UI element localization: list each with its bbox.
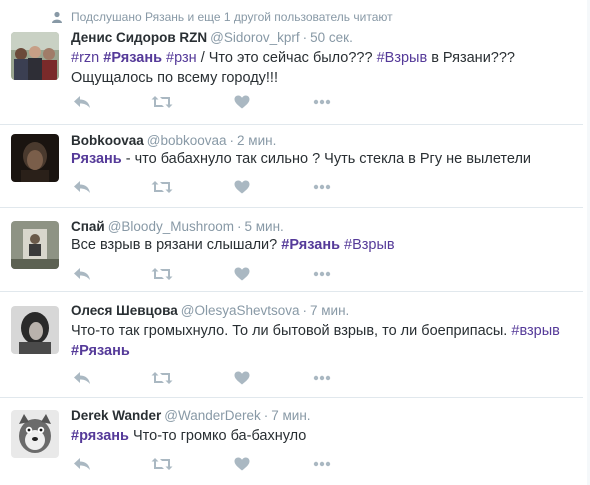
retweet-icon[interactable] (151, 177, 173, 197)
tweet-text: #rzn #Рязань #рзн / Что это сейчас было?… (71, 48, 571, 88)
retweet-icon[interactable] (151, 454, 173, 474)
tweet-header: Олеся Шевцова @OlesyaShevtsova · 7 мин. (71, 303, 350, 318)
tweet[interactable]: Денис Сидоров RZN @Sidorov_kprf · 50 сек. #… (0, 0, 585, 124)
hashtag-link[interactable]: #взрыв (511, 323, 559, 339)
avatar[interactable] (11, 306, 59, 354)
tweet[interactable]: Олеся Шевцова @OlesyaShevtsova · 7 мин. Что… (0, 292, 585, 396)
heart-icon[interactable] (231, 177, 253, 197)
heart-icon[interactable] (231, 264, 253, 284)
tweet[interactable]: Спай @Bloody_Mushroom · 5 мин. Все взрыв в … (0, 208, 585, 291)
fullname[interactable]: Олеся Шевцова (71, 303, 178, 318)
timestamp[interactable]: 7 мин. (271, 408, 310, 423)
more-icon[interactable] (311, 264, 333, 284)
username[interactable]: @Sidorov_kprf (210, 30, 300, 45)
tweet-header: Bobkoovaa @bobkoovaa · 2 мин. (71, 133, 277, 148)
tweet-text-segment: / Что это сейчас было??? (196, 50, 377, 66)
timestamp[interactable]: 7 мин. (310, 303, 349, 318)
reply-icon[interactable] (71, 368, 93, 388)
more-icon[interactable] (311, 92, 333, 112)
heart-icon[interactable] (231, 454, 253, 474)
retweet-icon[interactable] (151, 264, 173, 284)
fullname[interactable]: Денис Сидоров RZN (71, 30, 207, 45)
hashtag-link[interactable]: #Взрыв (344, 237, 395, 253)
tweet-text: Все взрыв в рязани слышали? #Рязань #Взр… (71, 235, 571, 255)
more-icon[interactable] (311, 177, 333, 197)
tweet-header: Денис Сидоров RZN @Sidorov_kprf · 50 сек. (71, 30, 353, 45)
reply-icon[interactable] (71, 264, 93, 284)
username[interactable]: @WanderDerek (164, 408, 260, 423)
timestamp[interactable]: 50 сек. (310, 30, 353, 45)
hashtag-link[interactable]: Рязань (71, 151, 122, 167)
avatar[interactable] (11, 32, 59, 80)
retweet-icon[interactable] (151, 92, 173, 112)
username[interactable]: @Bloody_Mushroom (108, 219, 234, 234)
retweet-icon[interactable] (151, 368, 173, 388)
avatar[interactable] (11, 410, 59, 458)
reply-icon[interactable] (71, 92, 93, 112)
reply-icon[interactable] (71, 454, 93, 474)
heart-icon[interactable] (231, 368, 253, 388)
tweet-text: Что-то так громыхнуло. То ли бытовой взр… (71, 321, 571, 361)
heart-icon[interactable] (231, 92, 253, 112)
avatar[interactable] (11, 134, 59, 182)
timestamp[interactable]: 2 мин. (237, 133, 276, 148)
tweet-text-segment: - что бабахнуло так сильно ? Чуть стекла… (121, 151, 532, 167)
more-icon[interactable] (311, 454, 333, 474)
hashtag-link[interactable]: #Рязань (71, 343, 130, 359)
timestamp[interactable]: 5 мин. (244, 219, 283, 234)
username[interactable]: @bobkoovaa (147, 133, 227, 148)
tweet-text-segment: Что-то громко ба-бахнуло (128, 428, 307, 444)
tweet-header: Derek Wander @WanderDerek · 7 мин. (71, 408, 311, 423)
hashtag-link[interactable]: #рязань (71, 428, 129, 444)
hashtag-link[interactable]: #рзн (166, 50, 197, 66)
tweet-text-segment: Все взрыв в рязани слышали? (71, 237, 282, 253)
more-icon[interactable] (311, 368, 333, 388)
hashtag-link[interactable]: #Рязань (281, 237, 340, 253)
avatar[interactable] (11, 221, 59, 269)
tweet[interactable]: Bobkoovaa @bobkoovaa · 2 мин. Рязань - что … (0, 125, 585, 207)
tweet[interactable]: Derek Wander @WanderDerek · 7 мин. #рязань … (0, 398, 585, 485)
tweet-text: Рязань - что бабахнуло так сильно ? Чуть… (71, 149, 571, 169)
hashtag-link[interactable]: #Рязань (103, 50, 162, 66)
hashtag-link[interactable]: #Взрыв (377, 50, 428, 66)
tweet-text-segment: Что-то так громыхнуло. То ли бытовой взр… (71, 323, 512, 339)
hashtag-link[interactable]: #rzn (71, 50, 99, 66)
fullname[interactable]: Derek Wander (71, 408, 161, 423)
fullname[interactable]: Bobkoovaa (71, 133, 144, 148)
fullname[interactable]: Спай (71, 219, 105, 234)
username[interactable]: @OlesyaShevtsova (181, 303, 300, 318)
tweet-feed: Подслушано Рязань и еще 1 другой пользов… (0, 0, 590, 485)
reply-icon[interactable] (71, 177, 93, 197)
tweet-header: Спай @Bloody_Mushroom · 5 мин. (71, 219, 284, 234)
tweet-text: #рязань Что-то громко ба-бахнуло (71, 426, 571, 446)
